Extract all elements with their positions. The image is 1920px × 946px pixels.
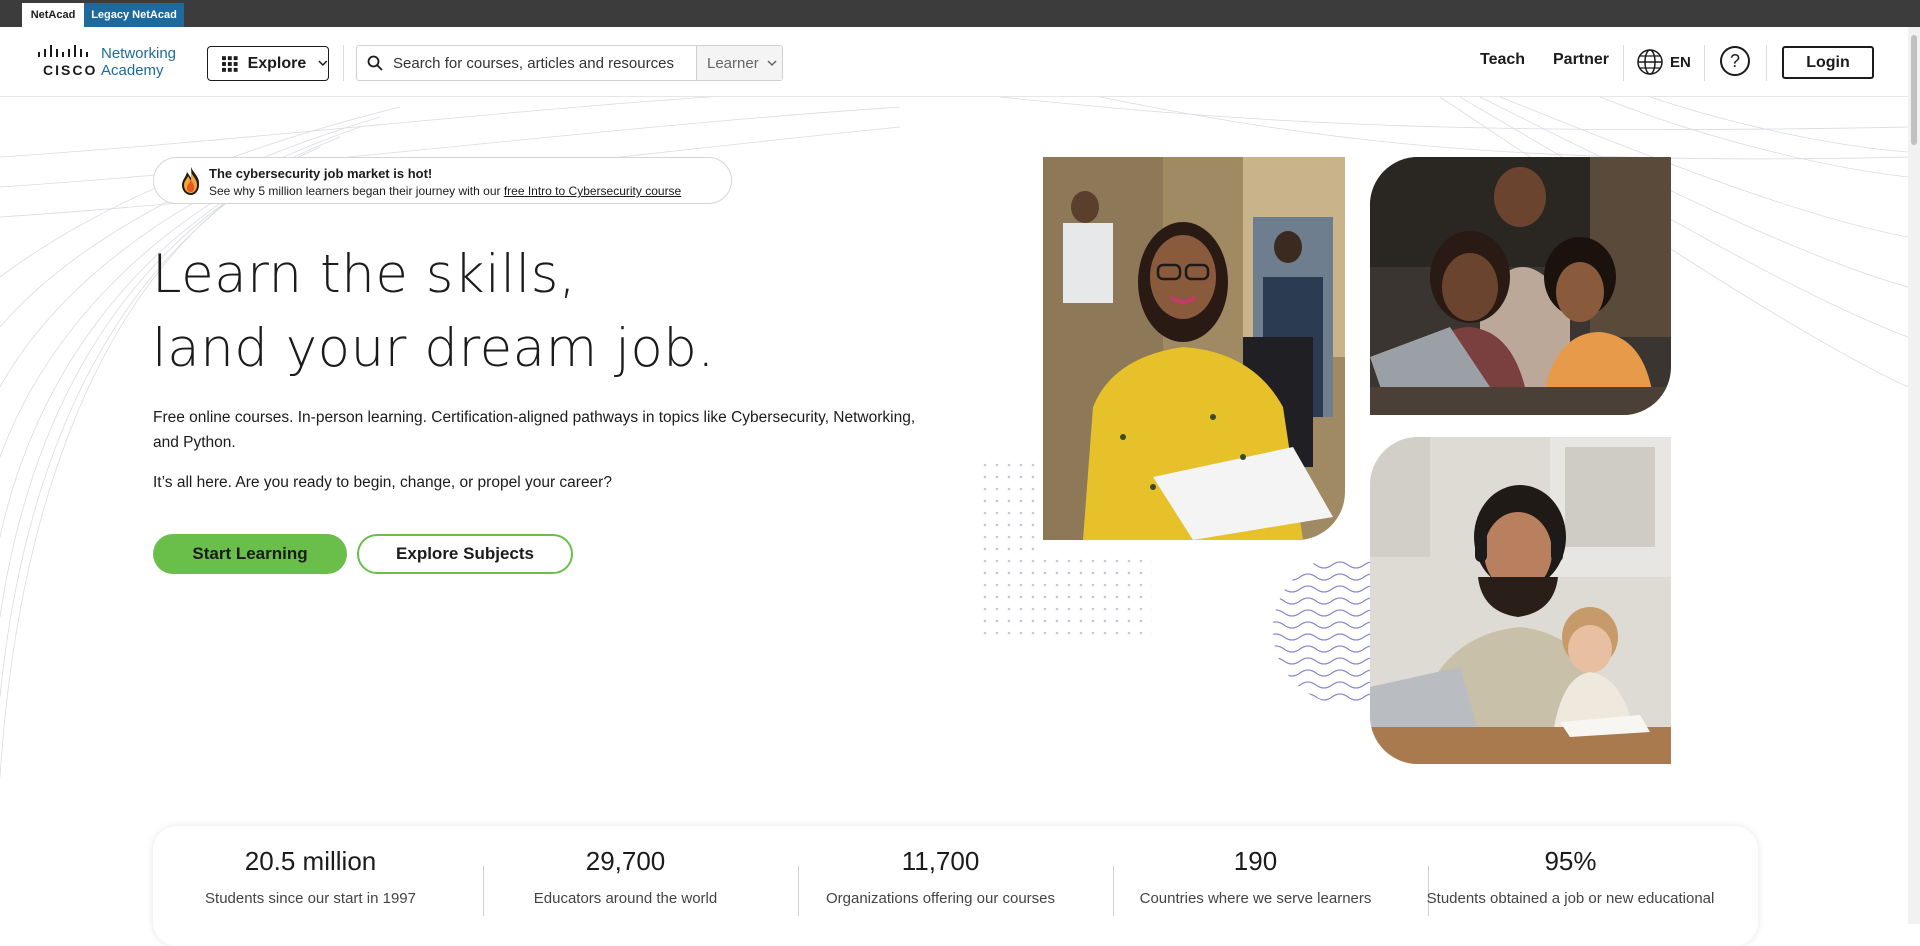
hero-photo-father-child <box>1370 437 1671 764</box>
stat-label: Students obtained a job or new education… <box>1426 890 1715 907</box>
hero-heading-line-2: land your dream job. <box>152 318 715 379</box>
promo-text: See why 5 million learners began their j… <box>209 184 681 198</box>
stat-value: 95% <box>1544 846 1597 876</box>
hero-lead-2: It’s all here. Are you ready to begin, c… <box>153 474 612 491</box>
help-icon[interactable]: ? <box>1720 46 1750 76</box>
chevron-down-icon <box>767 59 777 66</box>
stat-students: 20.5 million Students since our start in… <box>153 846 468 907</box>
hero-photo-woman-yellow <box>1043 157 1345 540</box>
photo-woman-in-office <box>1043 157 1345 540</box>
stat-value: 190 <box>1233 846 1278 876</box>
stat-organizations: 11,700 Organizations offering our course… <box>783 846 1098 907</box>
nav-teach-link[interactable]: Teach <box>1480 51 1525 69</box>
logo-line-2: Academy <box>101 62 164 79</box>
photo-father-and-child <box>1370 437 1671 764</box>
hero-lead: Free online courses. In-person learning.… <box>153 409 916 451</box>
stat-label: Educators around the world <box>533 890 718 907</box>
promo-headline: The cybersecurity job market is hot! <box>209 166 433 181</box>
stat-job-outcome: 95% Students obtained a job or new educa… <box>1413 846 1728 907</box>
hero-heading-line-1: Learn the skills, <box>152 244 577 305</box>
tab-netacad[interactable]: NetAcad <box>22 3 84 27</box>
stat-value: 29,700 <box>585 846 666 876</box>
fire-icon <box>182 167 200 195</box>
photo-students-at-laptop <box>1370 157 1671 415</box>
grid-icon <box>222 55 238 72</box>
search-icon <box>367 55 383 71</box>
scrollbar-thumb[interactable] <box>1911 35 1917 145</box>
site-header: CISCO Networking Academy Explore Search … <box>0 27 1908 97</box>
logo-line-1: Networking <box>101 45 177 62</box>
role-select[interactable]: Learner <box>696 46 782 80</box>
header-divider <box>1704 45 1705 81</box>
globe-icon <box>1637 49 1663 75</box>
search-bar[interactable]: Search for courses, articles and resourc… <box>356 45 783 81</box>
stat-label: Students since our start in 1997 <box>205 890 416 907</box>
decorative-wave-lines <box>1273 561 1374 701</box>
stat-value: 11,700 <box>901 846 980 876</box>
start-learning-button[interactable]: Start Learning <box>153 534 347 574</box>
tab-legacy-netacad[interactable]: Legacy NetAcad <box>84 3 184 27</box>
explore-menu-button[interactable]: Explore <box>207 46 329 81</box>
promo-body: See why 5 million learners began their j… <box>209 184 504 198</box>
stat-label: Organizations offering our courses <box>825 890 1055 907</box>
stat-countries: 190 Countries where we serve learners <box>1098 846 1413 907</box>
stat-value: 20.5 million <box>244 846 377 876</box>
page-scrollbar[interactable] <box>1908 27 1920 924</box>
login-button[interactable]: Login <box>1782 46 1874 79</box>
explore-label: Explore <box>247 54 307 72</box>
stats-panel: 20.5 million Students since our start in… <box>153 826 1758 946</box>
chevron-down-icon <box>318 60 328 66</box>
hero-heading: Learn the skills, land your dream job. <box>152 238 715 386</box>
search-input[interactable]: Search for courses, articles and resourc… <box>393 55 674 72</box>
stat-educators: 29,700 Educators around the world <box>468 846 783 907</box>
language-label: EN <box>1670 53 1691 71</box>
environment-tab-bar: NetAcad Legacy NetAcad <box>0 0 1920 27</box>
role-select-value: Learner <box>707 54 759 72</box>
explore-subjects-button[interactable]: Explore Subjects <box>357 534 573 574</box>
cisco-networking-academy-logo[interactable]: CISCO Networking Academy <box>37 45 187 81</box>
cybersecurity-promo-banner: The cybersecurity job market is hot! See… <box>153 157 732 204</box>
logo-brand: CISCO <box>43 62 98 78</box>
header-divider <box>1766 45 1767 81</box>
hero-photo-group-laptop <box>1370 157 1671 415</box>
intro-cybersecurity-link[interactable]: free Intro to Cybersecurity course <box>504 184 681 198</box>
cisco-bars-icon <box>38 45 88 57</box>
stat-label: Countries where we serve learners <box>1139 890 1372 907</box>
nav-partner-link[interactable]: Partner <box>1553 51 1609 69</box>
language-selector[interactable]: EN <box>1636 45 1691 79</box>
header-divider <box>1623 45 1624 81</box>
header-divider <box>343 45 344 81</box>
